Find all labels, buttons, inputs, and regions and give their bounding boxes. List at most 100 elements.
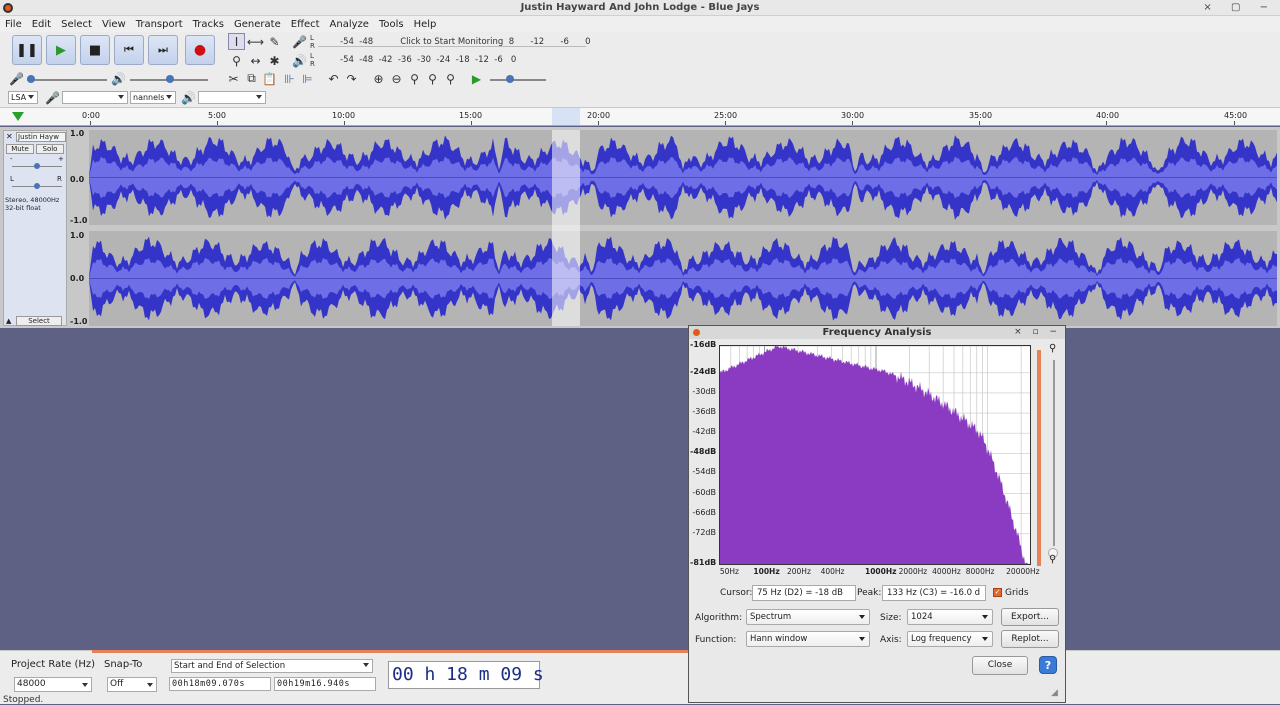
fit-project-icon[interactable]: ⚲: [424, 70, 441, 87]
trim-icon[interactable]: ⊪: [281, 70, 298, 87]
menu-generate[interactable]: Generate: [229, 19, 286, 30]
algorithm-select[interactable]: Spectrum: [746, 609, 870, 625]
menu-effect[interactable]: Effect: [286, 19, 325, 30]
project-rate-combo[interactable]: 48000: [14, 677, 92, 692]
x-axis-label: 200Hz: [786, 567, 811, 576]
help-icon[interactable]: ?: [1039, 656, 1057, 674]
spectrum-plot[interactable]: [719, 345, 1031, 565]
menu-file[interactable]: File: [0, 19, 27, 30]
recording-channels-combo[interactable]: nannels: [130, 91, 176, 104]
playback-device-combo[interactable]: [198, 91, 266, 104]
ruler-tick: 15:00: [459, 111, 483, 120]
audio-position-time[interactable]: 00 h 18 m 09 s: [388, 661, 544, 689]
pan-right-label: R: [57, 175, 62, 183]
export-button[interactable]: Export...: [1001, 608, 1059, 626]
dialog-app-icon: [693, 329, 700, 336]
zoom-out-icon[interactable]: ⊖: [388, 70, 405, 87]
recording-volume-slider[interactable]: [27, 75, 107, 83]
y-axis-label: -66dB: [692, 507, 716, 517]
selection-start-time[interactable]: 00h18m09.070s: [169, 677, 271, 691]
function-label: Function:: [695, 635, 737, 645]
zoom-out-magnifier-icon[interactable]: ⚲: [1049, 554, 1056, 565]
mute-button[interactable]: Mute: [6, 144, 34, 154]
pin-playhead-icon[interactable]: [12, 112, 24, 121]
copy-icon[interactable]: ⧉: [243, 70, 260, 87]
play-button[interactable]: ▶: [46, 35, 76, 65]
fit-selection-icon[interactable]: ⚲: [406, 70, 423, 87]
close-button[interactable]: Close: [972, 656, 1028, 675]
multi-tool-icon[interactable]: ✱: [266, 52, 283, 69]
selection-mode-combo[interactable]: Start and End of Selection: [171, 659, 373, 673]
menu-view[interactable]: View: [97, 19, 131, 30]
menu-select[interactable]: Select: [56, 19, 97, 30]
snap-to-combo[interactable]: Off: [107, 677, 157, 692]
axis-select[interactable]: Log frequency: [907, 631, 993, 647]
menu-analyze[interactable]: Analyze: [325, 19, 374, 30]
menu-tools[interactable]: Tools: [374, 19, 409, 30]
resize-grip-icon[interactable]: ◢: [1051, 688, 1058, 698]
collapse-track-icon[interactable]: ▲: [6, 317, 11, 325]
stop-button[interactable]: ■: [80, 35, 110, 65]
menu-tracks[interactable]: Tracks: [188, 19, 229, 30]
menu-edit[interactable]: Edit: [27, 19, 56, 30]
playback-meter-scale[interactable]: -54 -48 -42 -36 -30 -24 -18 -12 -6 0: [340, 55, 516, 65]
track-name-menu[interactable]: Justin Hayw: [16, 132, 66, 142]
peak-label: Peak:: [857, 588, 882, 598]
y-axis-label: -48dB: [690, 447, 717, 457]
play-at-speed-slider[interactable]: [490, 75, 546, 83]
record-meter-mic-icon[interactable]: 🎤: [291, 33, 308, 50]
replot-button[interactable]: Replot...: [1001, 630, 1059, 648]
skip-end-icon: ⏭: [158, 43, 168, 56]
stop-icon: ■: [88, 42, 102, 58]
pause-button[interactable]: ❚❚: [12, 35, 42, 65]
solo-button[interactable]: Solo: [36, 144, 64, 154]
timeline-ruler[interactable]: 0:00 5:00 10:00 15:00 20:00 25:00 30:00 …: [68, 108, 1280, 126]
skip-to-end-button[interactable]: ⏭: [148, 35, 178, 65]
y-axis-label: -42dB: [692, 427, 716, 437]
x-axis-label: 4000Hz: [932, 567, 961, 576]
zoom-tool-icon[interactable]: ⚲: [228, 52, 245, 69]
timeshift-tool-icon[interactable]: ↔: [247, 52, 264, 69]
cursor-label: Cursor:: [720, 588, 753, 598]
menu-transport[interactable]: Transport: [131, 19, 188, 30]
close-track-icon[interactable]: ✕: [6, 132, 13, 141]
waveform-channel-right[interactable]: [89, 231, 1277, 326]
record-button[interactable]: ●: [185, 35, 215, 65]
y-axis-label: -81dB: [690, 558, 717, 567]
audio-host-combo[interactable]: LSA: [8, 91, 38, 104]
envelope-tool-icon[interactable]: ⟷: [247, 33, 264, 50]
menu-help[interactable]: Help: [409, 19, 442, 30]
zoom-slider[interactable]: [1053, 360, 1055, 546]
recording-device-combo[interactable]: [62, 91, 128, 104]
zoom-in-icon[interactable]: ⊕: [370, 70, 387, 87]
silence-icon[interactable]: ⊫: [299, 70, 316, 87]
pan-slider[interactable]: [12, 183, 62, 189]
function-select[interactable]: Hann window: [746, 631, 870, 647]
draw-tool-icon[interactable]: ✎: [266, 33, 283, 50]
zoom-toggle-icon[interactable]: ⚲: [442, 70, 459, 87]
dialog-window-controls[interactable]: × ▫ −: [1014, 326, 1061, 339]
play-icon: ▶: [56, 42, 66, 58]
waveform-channel-left[interactable]: [89, 130, 1277, 225]
selection-tool-icon[interactable]: I: [228, 33, 245, 50]
audacity-app-icon: [3, 3, 13, 13]
window-controls[interactable]: × ▢ −: [1203, 0, 1276, 16]
selection-end-time[interactable]: 00h19m16.940s: [274, 677, 376, 691]
gain-slider[interactable]: [12, 163, 62, 169]
cut-icon[interactable]: ✂: [225, 70, 242, 87]
spectrum-area: [720, 346, 1030, 564]
paste-icon[interactable]: 📋: [261, 70, 278, 87]
undo-icon[interactable]: ↶: [325, 70, 342, 87]
size-select[interactable]: 1024: [907, 609, 993, 625]
skip-to-start-button[interactable]: ⏮: [114, 35, 144, 65]
redo-icon[interactable]: ↷: [343, 70, 360, 87]
select-track-button[interactable]: Select: [16, 316, 62, 326]
grids-checkbox[interactable]: ✓: [993, 588, 1002, 597]
toolbar-area: ❚❚ ▶ ■ ⏮ ⏭ ● I ⟷ ✎ ⚲ ↔ ✱ 🎤 🔊 L R L R -54…: [0, 32, 1280, 108]
cursor-value-field[interactable]: 75 Hz (D2) = -18 dB: [752, 585, 856, 601]
play-at-speed-icon[interactable]: ▶: [468, 70, 485, 87]
zoom-in-magnifier-icon[interactable]: ⚲: [1049, 343, 1056, 354]
playback-volume-slider[interactable]: [130, 75, 208, 83]
playback-meter-speaker-icon[interactable]: 🔊: [291, 52, 308, 69]
peak-value-field[interactable]: 133 Hz (C3) = -16.0 d: [882, 585, 986, 601]
